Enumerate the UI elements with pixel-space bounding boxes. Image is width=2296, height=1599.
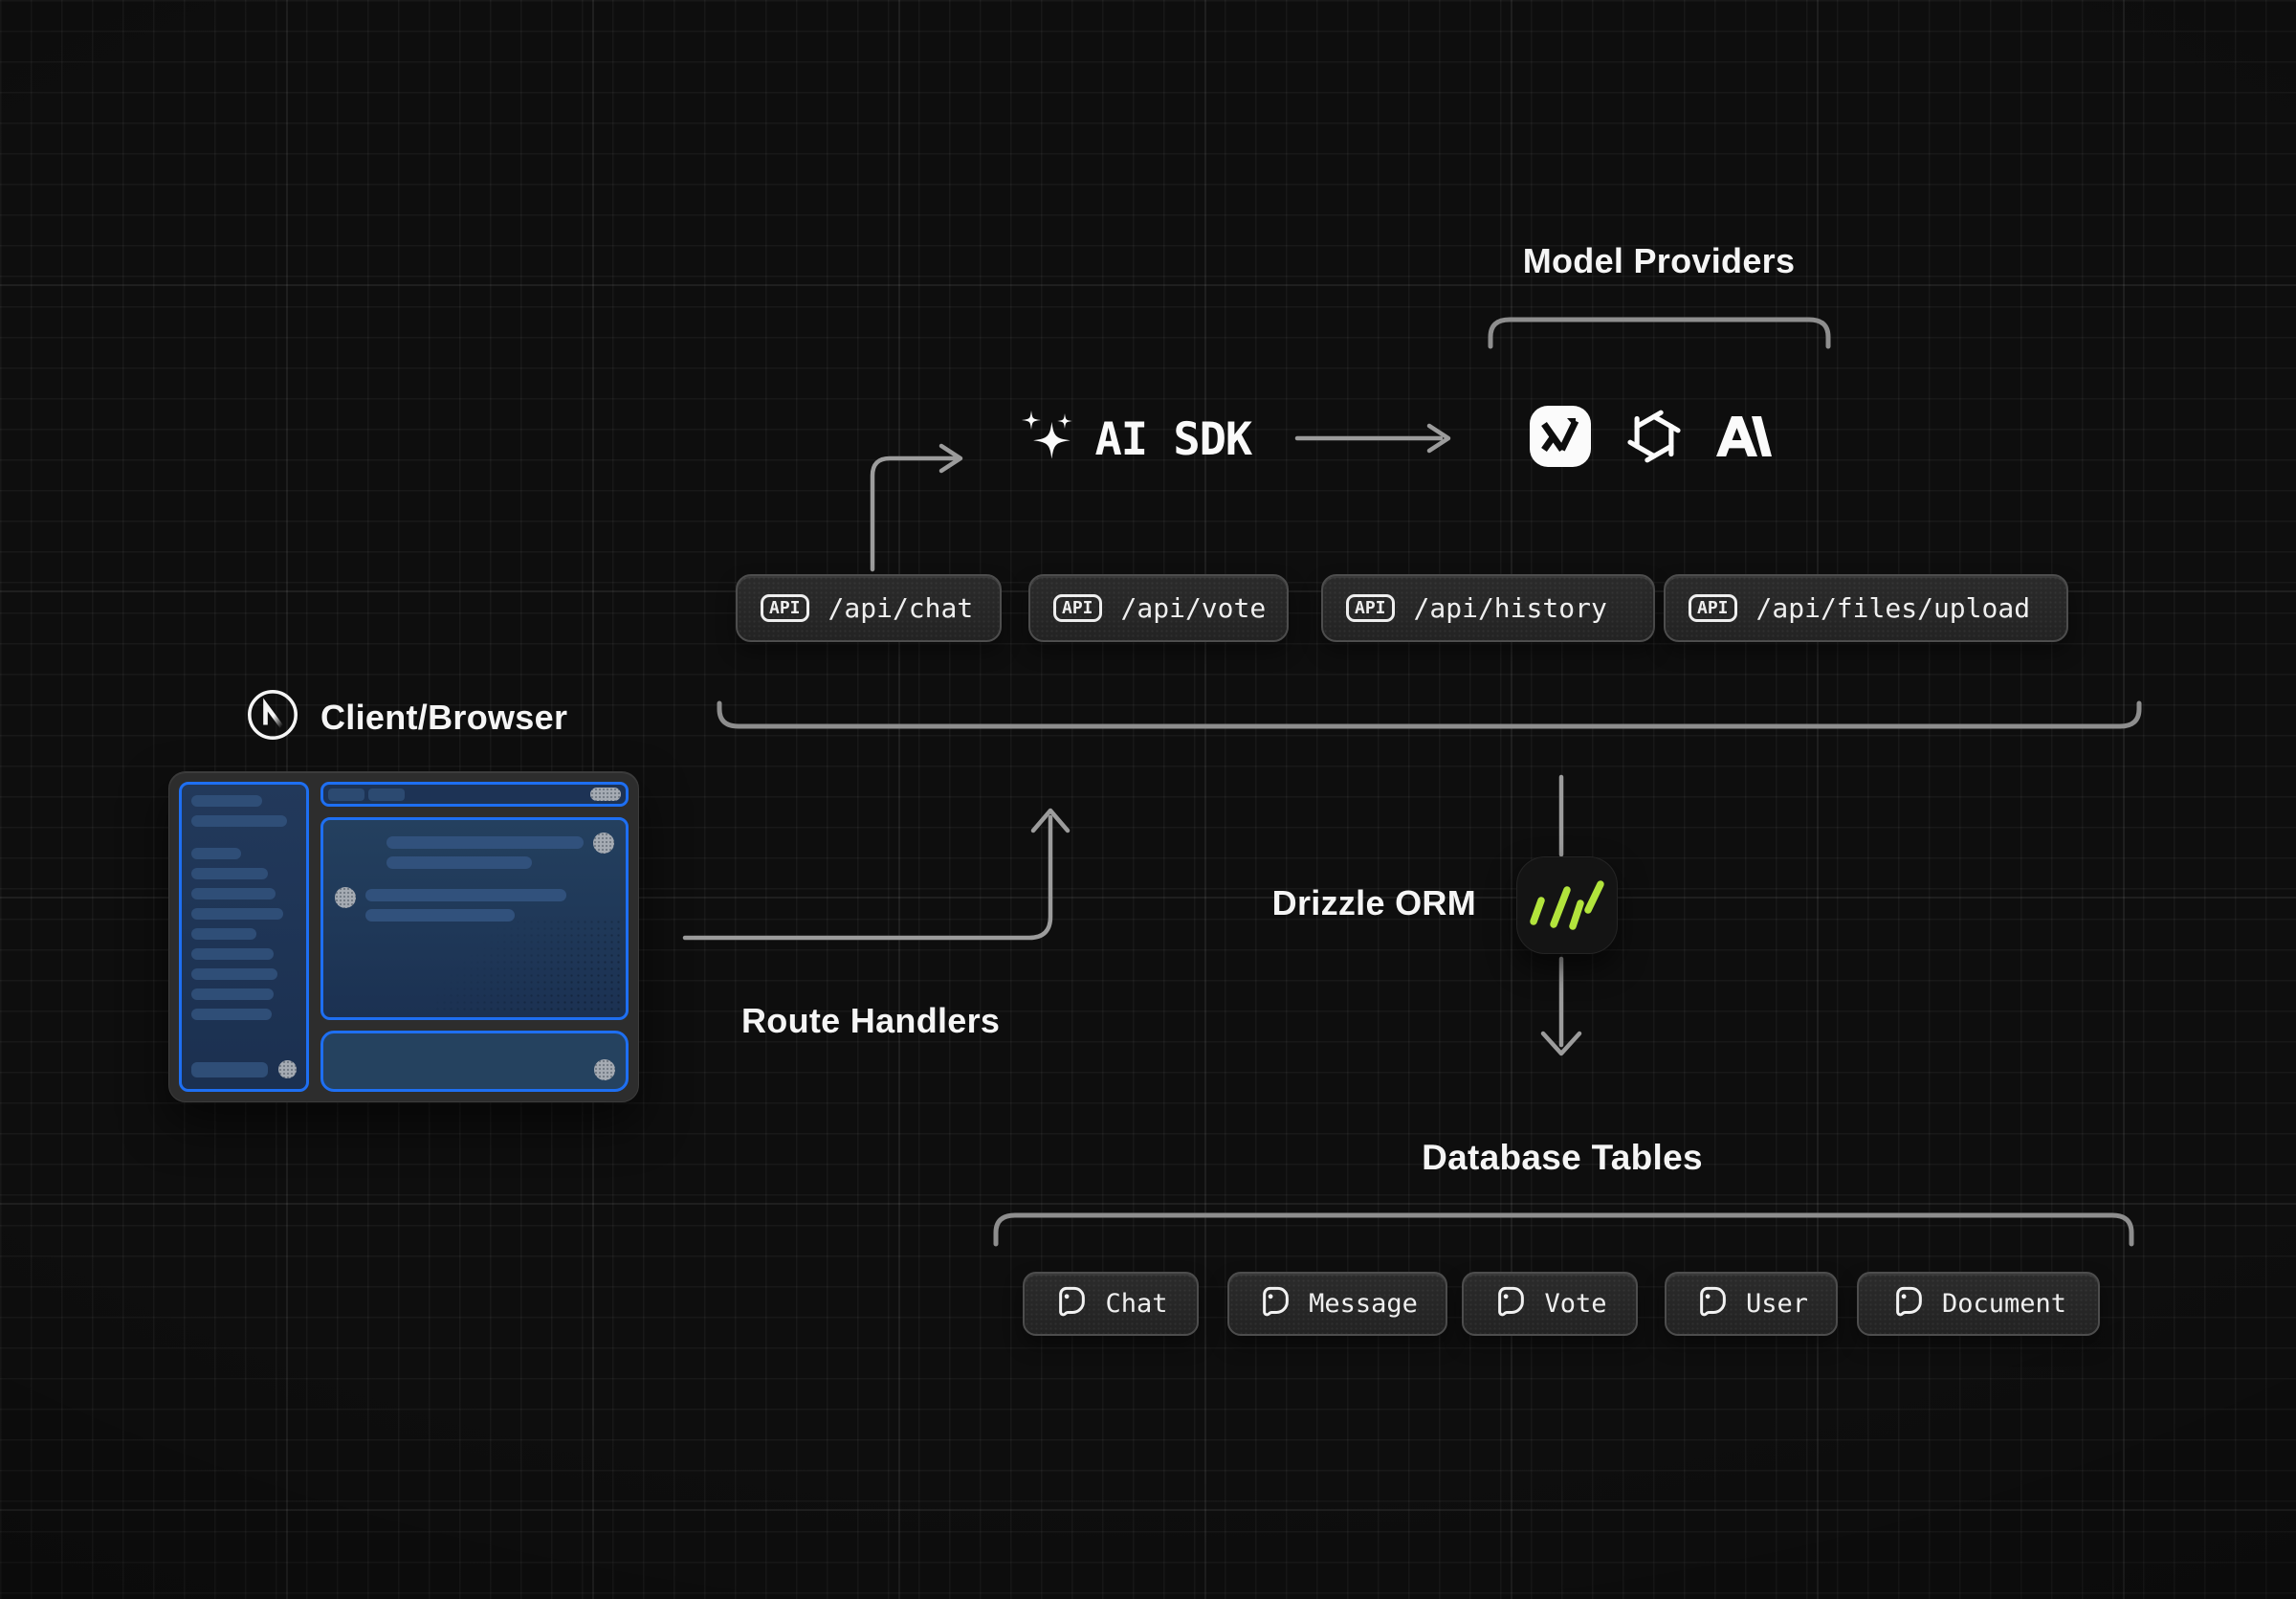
database-tables-title: Database Tables [1371,1138,1754,1178]
table-name: User [1746,1289,1808,1319]
send-button-circle [594,1059,615,1080]
table-name: Document [1942,1289,2066,1319]
table-chip-document: Document [1857,1272,2100,1336]
table-name: Message [1309,1289,1418,1319]
api-badge-icon: API [1053,594,1102,623]
drizzle-orm-label: Drizzle ORM [1247,883,1476,923]
mockup-main-column [320,782,629,1092]
browser-mockup [168,771,639,1102]
api-route-path: /api/vote [1121,592,1267,624]
api-route-path: /api/chat [828,592,974,624]
table-icon [1694,1283,1729,1324]
model-providers-row [1529,406,1772,471]
table-icon [1257,1283,1292,1324]
table-name: Vote [1544,1289,1606,1319]
api-route-chip-vote: API /api/vote [1028,574,1289,642]
mockup-topbar [320,782,629,807]
mockup-tab [368,788,405,801]
xai-icon [1529,405,1592,473]
table-icon [1492,1283,1527,1324]
api-route-path: /api/files/upload [1756,592,2031,624]
bracket-database-tables [996,1215,2131,1244]
mockup-sidebar [179,782,309,1092]
client-browser-group: Client/Browser [246,688,567,746]
ai-sdk-group: AI SDK [1016,408,1251,472]
ai-sdk-label: AI SDK [1094,411,1251,469]
mockup-chat-area [320,817,629,1020]
arrow-client-to-routes [685,817,1050,938]
nextjs-icon [246,688,299,746]
route-handlers-label: Route Handlers [741,1001,1000,1041]
sparkles-icon [1016,408,1075,472]
api-badge-icon: API [761,594,809,623]
table-chip-vote: Vote [1462,1272,1638,1336]
openai-icon [1624,407,1684,471]
bracket-api-routes [719,703,2139,726]
api-route-path: /api/history [1414,592,1607,624]
chat-assistant-avatar [335,887,356,908]
anthropic-icon [1716,416,1772,461]
api-badge-icon: API [1346,594,1395,623]
chat-user-avatar [593,833,614,854]
drizzle-orm-icon [1516,856,1618,954]
mockup-topbar-pill [590,788,621,801]
api-route-chip-files-upload: API /api/files/upload [1664,574,2068,642]
api-route-chip-history: API /api/history [1321,574,1655,642]
arrow-routes-to-aisdk [872,458,955,569]
sidebar-avatar [278,1060,297,1078]
table-name: Chat [1105,1289,1167,1319]
model-providers-title: Model Providers [1477,241,1841,281]
table-chip-user: User [1665,1272,1838,1336]
mockup-input-box [320,1031,629,1092]
api-route-chip-chat: API /api/chat [736,574,1002,642]
api-badge-icon: API [1689,594,1737,623]
client-browser-label: Client/Browser [320,698,567,738]
mockup-tab [328,788,364,801]
table-icon [1890,1283,1925,1324]
table-icon [1053,1283,1088,1324]
table-chip-chat: Chat [1023,1272,1199,1336]
chat-speckle-texture [434,919,622,1013]
table-chip-message: Message [1227,1272,1447,1336]
bracket-model-providers [1490,320,1828,346]
architecture-diagram: Model Providers [0,0,2296,1599]
